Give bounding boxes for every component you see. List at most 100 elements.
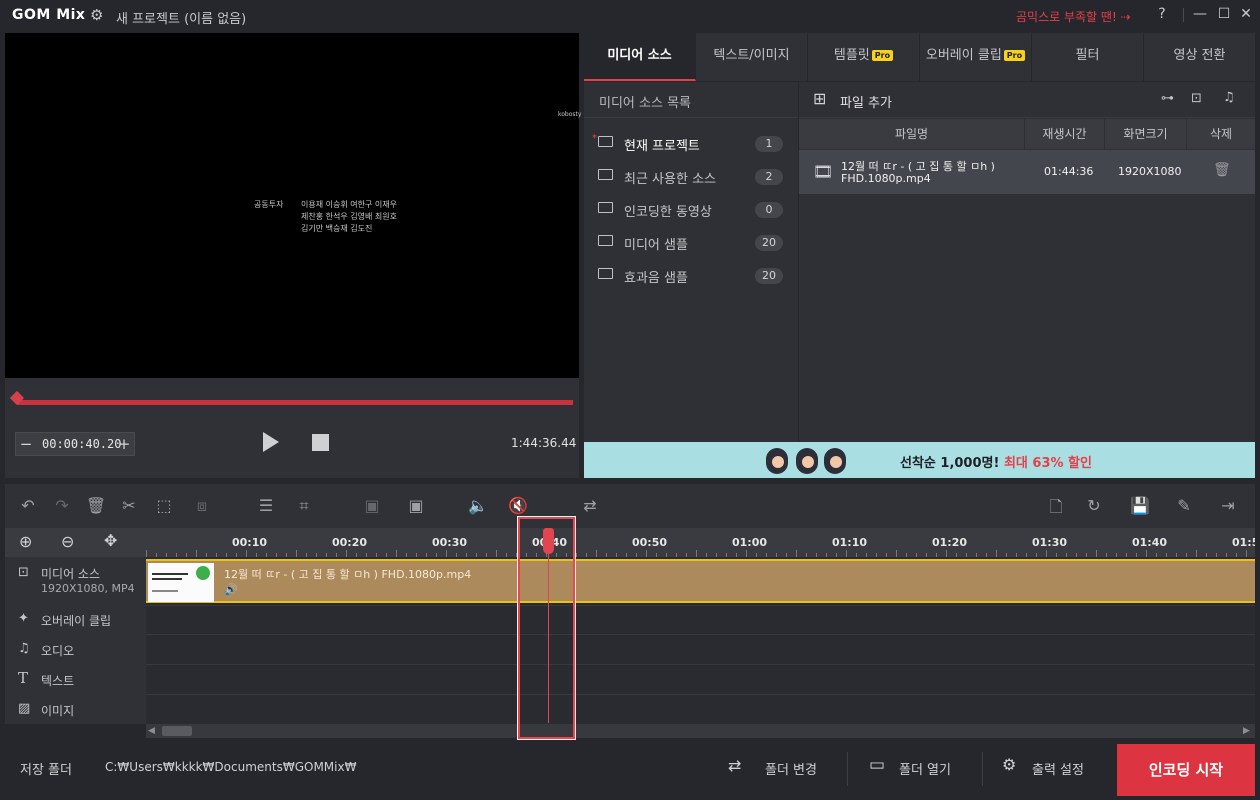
open-folder-button[interactable]: 폴더 열기 <box>899 759 951 778</box>
time-decrease-button[interactable]: − <box>17 435 35 453</box>
time-stepper[interactable]: − 00:00:40.20 + <box>15 432 135 456</box>
media-list-item[interactable]: 미디어 샘플 20 <box>584 226 798 259</box>
credits-line: 김기만 백승재 김도진 <box>301 224 373 233</box>
cut-icon[interactable]: ✂ <box>118 496 140 515</box>
volume-icon[interactable]: 🔈 <box>467 496 489 515</box>
column-header: 삭제 <box>1209 127 1233 141</box>
media-list-item[interactable]: 인코딩한 동영상 0 <box>584 193 798 226</box>
ruler-tick <box>146 550 147 557</box>
adjust-icon[interactable]: ☰ <box>255 496 277 515</box>
redo-icon[interactable]: ↷ <box>51 496 73 515</box>
promo-link[interactable]: 곰믹스로 부족할 땐! ⇢ <box>1016 8 1131 25</box>
sparkle-icon: ✦ <box>18 611 29 626</box>
export-icon[interactable]: ⇥ <box>1217 496 1239 515</box>
new-project-icon[interactable]: 🗋 <box>1045 496 1067 523</box>
table-row[interactable]: 🎞 12월 떠 ㄸr - ( 고 집 통 할 ㅁh ) FHD.1080p.mp… <box>799 150 1255 194</box>
save-as-icon[interactable]: ✎ <box>1173 496 1195 515</box>
column-header[interactable]: 파일명 <box>799 119 1025 149</box>
add-file-button[interactable]: 파일 추가 <box>840 92 892 111</box>
undo-icon[interactable]: ↶ <box>17 496 39 515</box>
track-labels: ⊕ ⊖ ✥ ⊡ 미디어 소스 1920X1080, MP4 ✦ 오버레이 클립 … <box>5 528 146 724</box>
change-folder-button[interactable]: 폴더 변경 <box>765 759 817 778</box>
tab-media-source[interactable]: 미디어 소스 <box>584 33 696 81</box>
video-clip[interactable]: 12월 떠 ㄸr - ( 고 집 통 할 ㅁh ) FHD.1080p.mp4 … <box>146 559 1255 603</box>
delete-icon[interactable]: 🗑 <box>85 496 107 515</box>
folder-link-icon[interactable]: ⊡ <box>1191 91 1202 106</box>
trash-icon[interactable]: 🗑 <box>1213 162 1231 178</box>
banner-highlight-text: 최대 63% 할인 <box>1003 456 1092 471</box>
ruler-tick <box>996 550 997 557</box>
seek-bar[interactable] <box>17 400 573 405</box>
column-header[interactable]: 화면크기 <box>1105 119 1187 149</box>
ruler-tick <box>196 550 197 557</box>
track-label-image[interactable]: ▨ 이미지 <box>5 695 146 725</box>
output-settings-icon: ⚙ <box>1002 755 1017 774</box>
image-left-icon[interactable]: ▣ <box>357 496 387 515</box>
tab-filter[interactable]: 필터 <box>1032 33 1144 81</box>
output-settings-button[interactable]: 출력 설정 <box>1032 759 1084 778</box>
tick-label: 01:10 <box>832 536 868 549</box>
play-icon[interactable] <box>263 432 279 452</box>
ruler-tick <box>496 550 497 557</box>
video-preview[interactable]: kobosty 공동투자 이용재 이승휘 여한구 이재우 제찬홍 한석우 김영배… <box>5 33 581 378</box>
track-label-text: 오버레이 클립 <box>41 614 112 628</box>
tab-transition[interactable]: 영상 전환 <box>1144 33 1255 81</box>
timeline-tracks[interactable]: 12월 떠 ㄸr - ( 고 집 통 할 ㅁh ) FHD.1080p.mp4 … <box>146 557 1255 724</box>
media-list-item[interactable]: 효과음 샘플 20 <box>584 259 798 292</box>
help-icon[interactable]: ? <box>1152 6 1172 22</box>
current-time[interactable]: 00:00:40.20 <box>42 437 121 451</box>
settings-gear-icon[interactable]: ⚙ <box>90 6 103 24</box>
media-list-item[interactable]: * 현재 프로젝트 1 <box>584 127 798 160</box>
folder-icon: ▭ <box>869 755 886 775</box>
media-list-count: 1 <box>755 136 783 152</box>
track-label-text[interactable]: T 텍스트 <box>5 665 146 695</box>
zoom-out-icon[interactable]: ⊖ <box>61 532 74 551</box>
stop-icon[interactable] <box>312 434 329 451</box>
close-button[interactable]: ✕ <box>1236 6 1256 22</box>
tick-label: 01:30 <box>1032 536 1068 549</box>
tab-text-image[interactable]: 텍스트/이미지 <box>696 33 808 81</box>
track-label-media[interactable]: ⊡ 미디어 소스 1920X1080, MP4 <box>5 559 146 605</box>
trim-icon[interactable]: ⊶ <box>1161 91 1174 106</box>
track-label-audio[interactable]: ♫ 오디오 <box>5 635 146 665</box>
ruler-tick <box>396 550 397 557</box>
swap-icon[interactable]: ⇄ <box>575 496 605 515</box>
media-list-header: 미디어 소스 목록 <box>584 82 798 118</box>
track-label-text: 텍스트 <box>41 674 75 688</box>
zoom-in-icon[interactable]: ⊕ <box>19 532 32 551</box>
start-encoding-button[interactable]: 인코딩 시작 <box>1117 744 1255 796</box>
scroll-left-icon[interactable]: ◀ <box>148 726 155 736</box>
ruler-tick <box>446 550 447 557</box>
timeline-scrollbar[interactable]: ◀ ▶ <box>146 724 1255 738</box>
maximize-button[interactable]: ☐ <box>1214 6 1234 22</box>
tab-template[interactable]: 템플릿 Pro <box>808 33 920 81</box>
tab-overlay-clip[interactable]: 오버레이 클립 Pro <box>920 33 1032 81</box>
scroll-thumb[interactable] <box>162 726 192 736</box>
scroll-right-icon[interactable]: ▶ <box>1243 726 1250 736</box>
select-area-icon[interactable]: ⬚ <box>153 496 175 515</box>
track-label-overlay[interactable]: ✦ 오버레이 클립 <box>5 605 146 635</box>
deselect-icon[interactable]: ⧈ <box>191 496 213 516</box>
time-increase-button[interactable]: + <box>115 435 133 453</box>
crop-icon[interactable]: ⌗ <box>293 496 315 516</box>
folder-change-icon: ⇄ <box>728 756 742 775</box>
playhead-handle[interactable] <box>543 528 554 554</box>
film-icon: ⊡ <box>18 565 29 580</box>
minimize-button[interactable]: — <box>1190 6 1210 22</box>
ruler-tick <box>1196 550 1197 557</box>
divider <box>146 634 1255 635</box>
mute-icon[interactable]: 🔇 <box>507 496 529 515</box>
fit-icon[interactable]: ✥ <box>104 531 117 550</box>
music-add-icon[interactable]: ♫ <box>1223 90 1235 105</box>
image-right-icon[interactable]: ▣ <box>401 496 431 515</box>
column-header[interactable]: 재생시간 <box>1025 119 1105 149</box>
media-list-count: 20 <box>755 268 783 284</box>
add-file-icon[interactable]: ⊞ <box>813 89 826 108</box>
open-project-icon[interactable]: ↻ <box>1083 496 1105 515</box>
time-ruler[interactable]: 00:10 00:20 00:30 00:40 00:50 01:00 01:1… <box>146 528 1255 557</box>
ruler-tick <box>596 550 597 557</box>
playhead-line[interactable] <box>548 545 549 723</box>
media-list-item[interactable]: 최근 사용한 소스 2 <box>584 160 798 193</box>
promo-banner[interactable]: 선착순 1,000명! 최대 63% 할인 <box>584 442 1255 478</box>
save-icon[interactable]: 💾 <box>1129 496 1151 515</box>
